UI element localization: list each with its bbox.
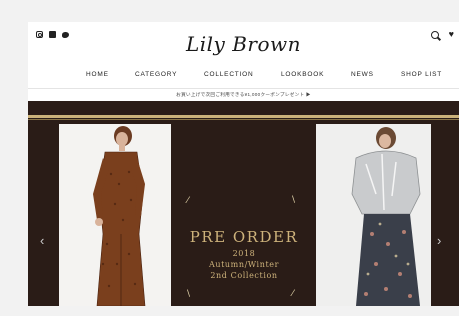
- header-divider: [28, 88, 459, 89]
- carousel-next-icon[interactable]: ›: [437, 234, 441, 247]
- nav-item-home[interactable]: HOME: [86, 71, 109, 78]
- notice-banner[interactable]: お買い上げで次回ご利用できる¥1,000クーポンプレゼント ▶: [28, 92, 459, 98]
- nav-item-category[interactable]: CATEGORY: [135, 71, 177, 78]
- hero-collection: 2nd Collection: [210, 271, 278, 280]
- model-photo-left[interactable]: [59, 124, 171, 306]
- site-logo[interactable]: Lily Brown: [28, 32, 459, 56]
- hero-gold-stripe: [28, 115, 459, 118]
- hero-year: 2018: [232, 249, 256, 258]
- nav-item-shop-list[interactable]: SHOP LIST: [401, 71, 442, 78]
- model-left-figure: [59, 124, 171, 306]
- frame-corner-top-right: \: [292, 195, 296, 205]
- hero-gold-stripe-thin: [28, 119, 459, 120]
- model-right-figure: [316, 124, 431, 306]
- model-photo-right[interactable]: [316, 124, 431, 306]
- hero-title[interactable]: PRE ORDER: [180, 228, 308, 246]
- heart-icon[interactable]: ♥: [449, 30, 454, 39]
- search-icon[interactable]: [431, 31, 439, 39]
- frame-corner-top-left: ⁄: [187, 196, 189, 206]
- nav-item-lookbook[interactable]: LOOKBOOK: [281, 71, 324, 78]
- nav-item-collection[interactable]: COLLECTION: [204, 71, 254, 78]
- frame-corner-bottom-right: ⁄: [292, 289, 294, 299]
- hero-season: Autumn/Winter: [208, 260, 280, 269]
- carousel-prev-icon[interactable]: ‹: [40, 234, 44, 247]
- frame-corner-bottom-left: \: [187, 289, 191, 299]
- nav-item-news[interactable]: NEWS: [351, 71, 374, 78]
